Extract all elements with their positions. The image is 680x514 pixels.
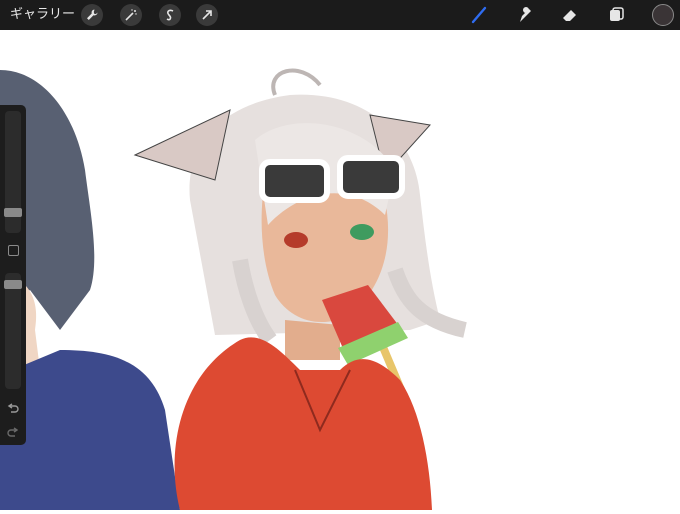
gallery-button[interactable]: ギャラリー [10, 6, 75, 24]
brush-icon[interactable] [468, 4, 490, 26]
neck [285, 320, 340, 360]
sunglasses-right-lens [337, 155, 405, 199]
smudge-icon[interactable] [513, 4, 535, 26]
brush-size-handle[interactable] [4, 208, 22, 217]
undo-icon[interactable] [6, 401, 20, 415]
wrench-icon[interactable] [81, 4, 103, 26]
transform-arrow-icon[interactable] [196, 4, 218, 26]
top-toolbar: ギャラリー [0, 0, 680, 30]
magic-wand-icon[interactable] [120, 4, 142, 26]
green-eye [350, 224, 374, 240]
redo-icon[interactable] [6, 425, 20, 439]
modify-square-icon[interactable] [8, 245, 19, 256]
opacity-slider[interactable] [5, 273, 21, 389]
sunglasses-left-lens [259, 159, 330, 203]
artwork [0, 68, 467, 510]
layers-icon[interactable] [605, 4, 627, 26]
selection-icon[interactable] [159, 4, 181, 26]
eraser-icon[interactable] [559, 4, 581, 26]
drawing-canvas[interactable] [0, 30, 680, 510]
red-eye [284, 232, 308, 248]
side-controls [0, 105, 26, 445]
left-ear [133, 109, 231, 181]
opacity-handle[interactable] [4, 280, 22, 289]
hair-tuft [271, 68, 322, 96]
left-character-shirt [0, 350, 180, 510]
color-swatch[interactable] [652, 4, 674, 26]
